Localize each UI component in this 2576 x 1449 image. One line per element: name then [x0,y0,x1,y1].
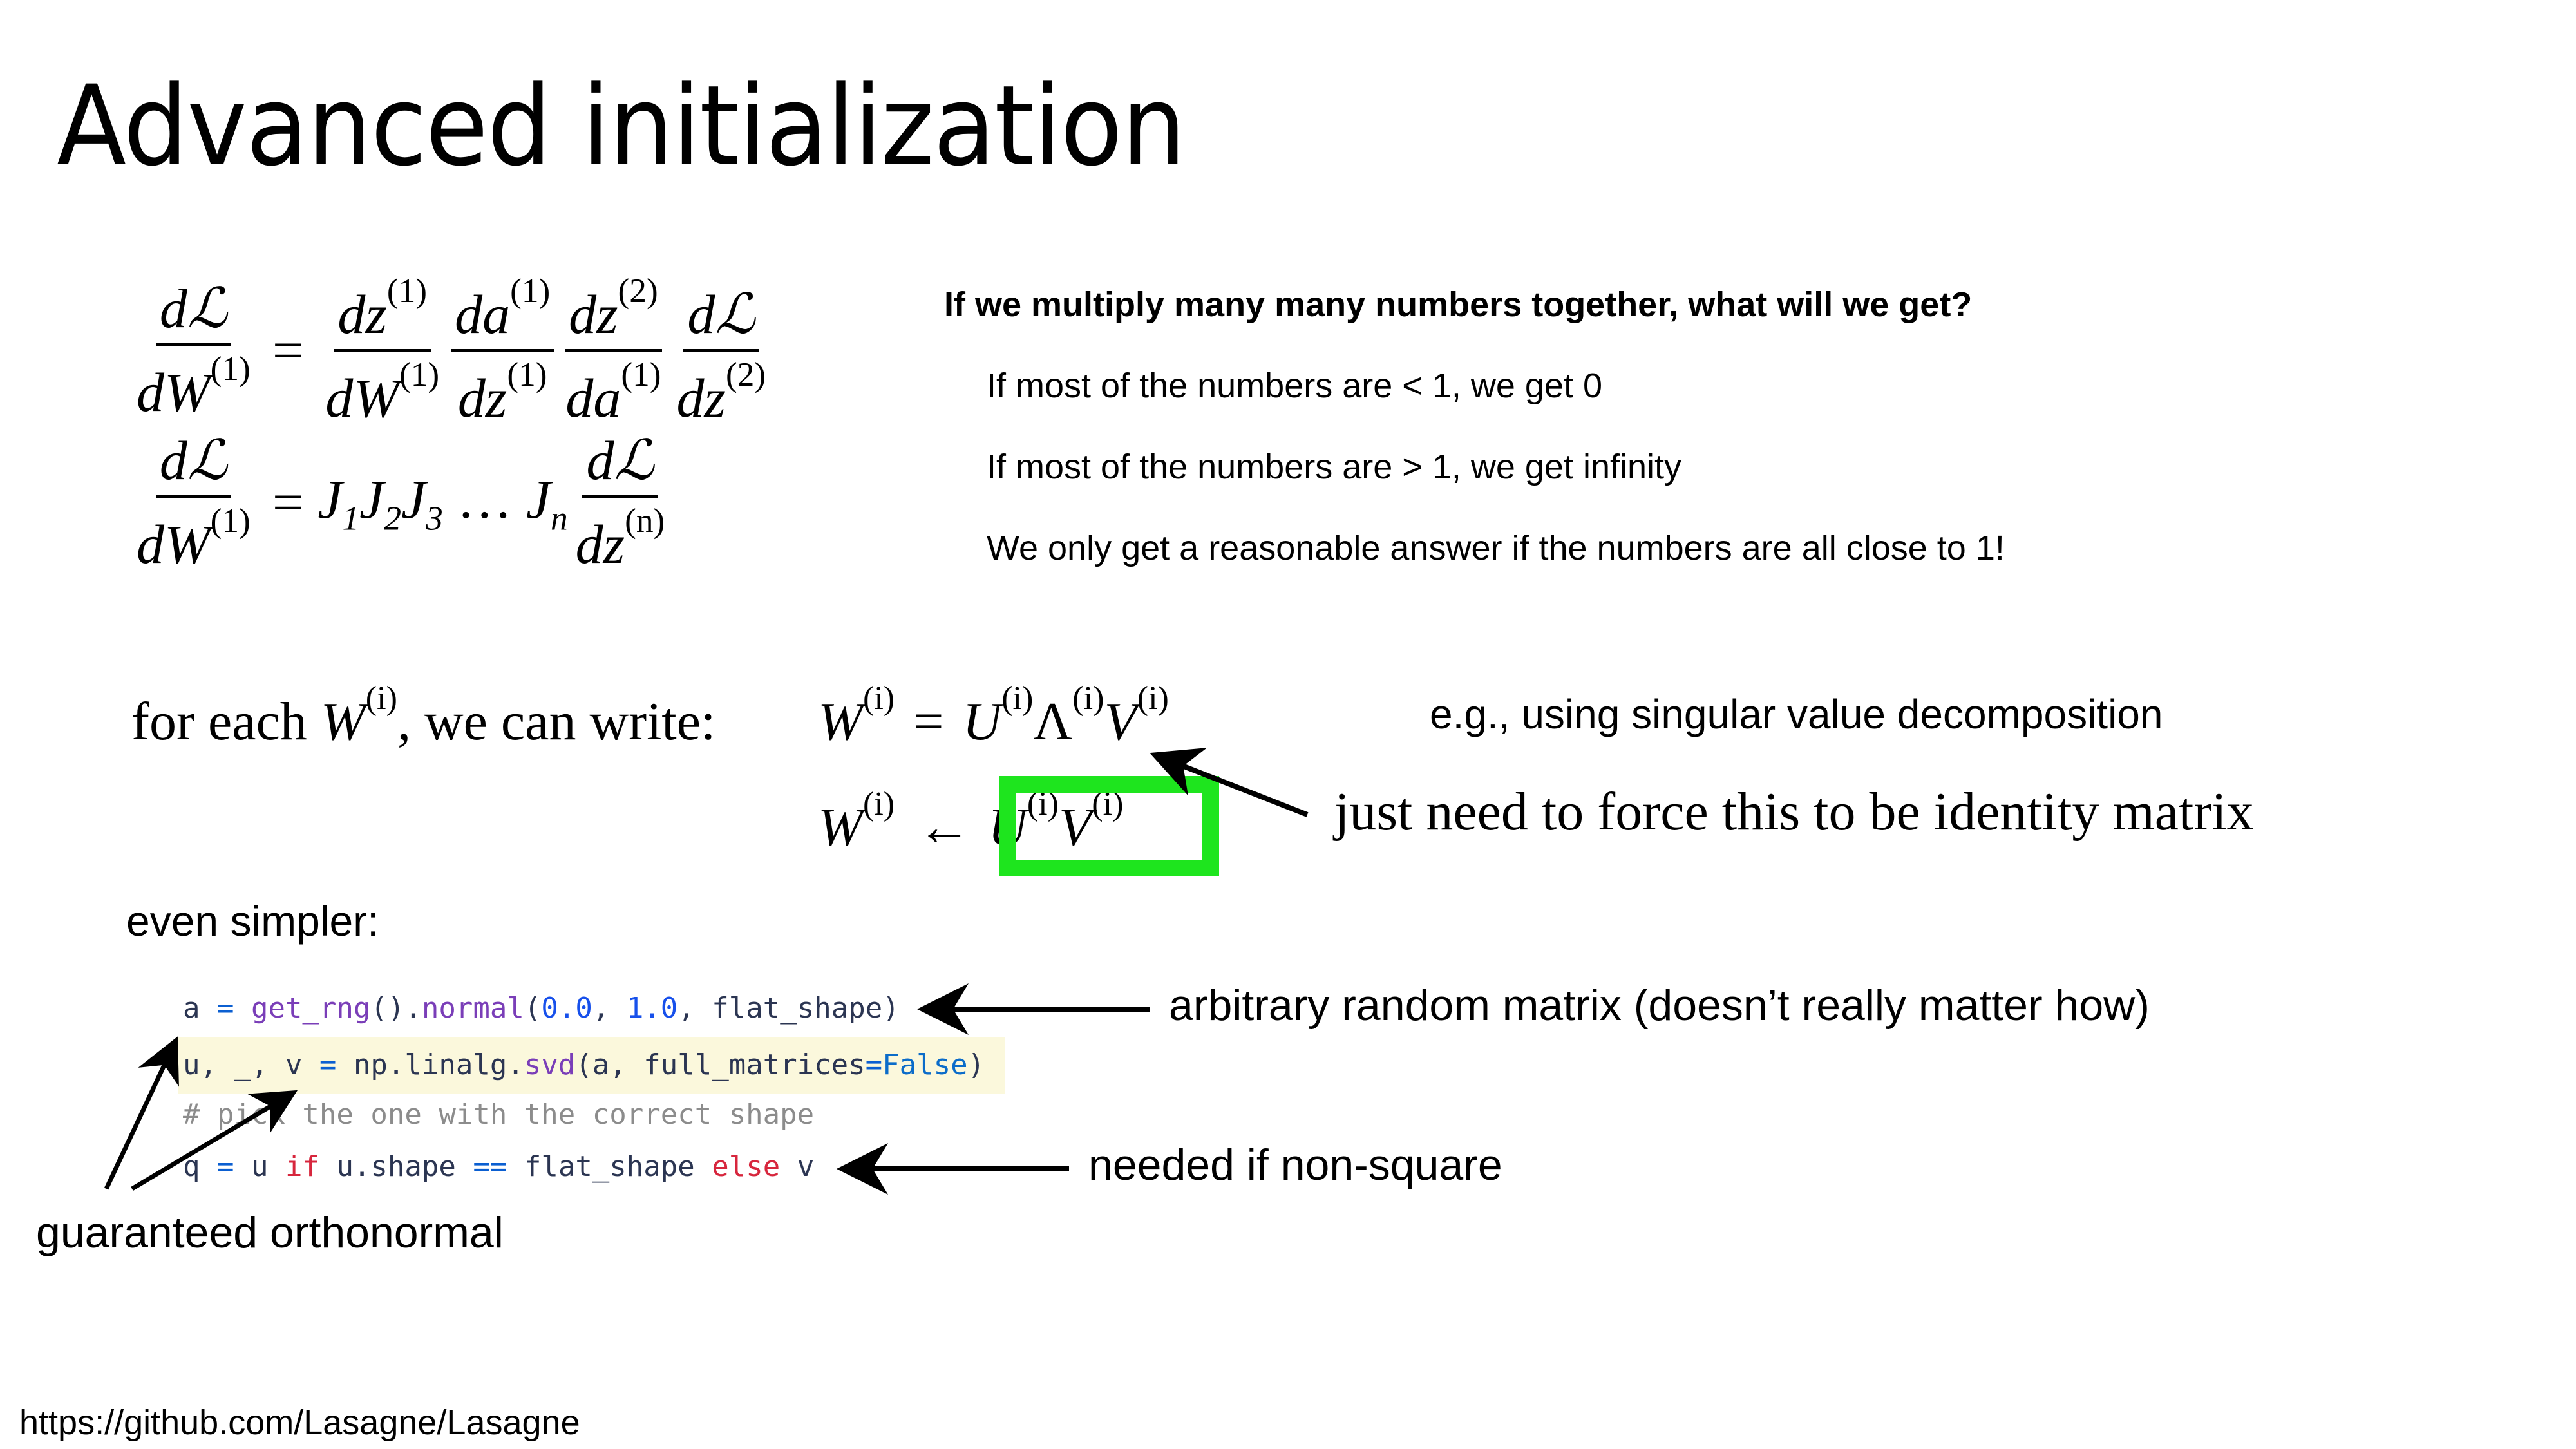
orthonormal-arrow-v [131,1090,298,1191]
identity-highlight-box [999,776,1219,876]
orthonormal-arrow-u [104,1036,179,1190]
annotation-overlay [104,748,1309,1195]
